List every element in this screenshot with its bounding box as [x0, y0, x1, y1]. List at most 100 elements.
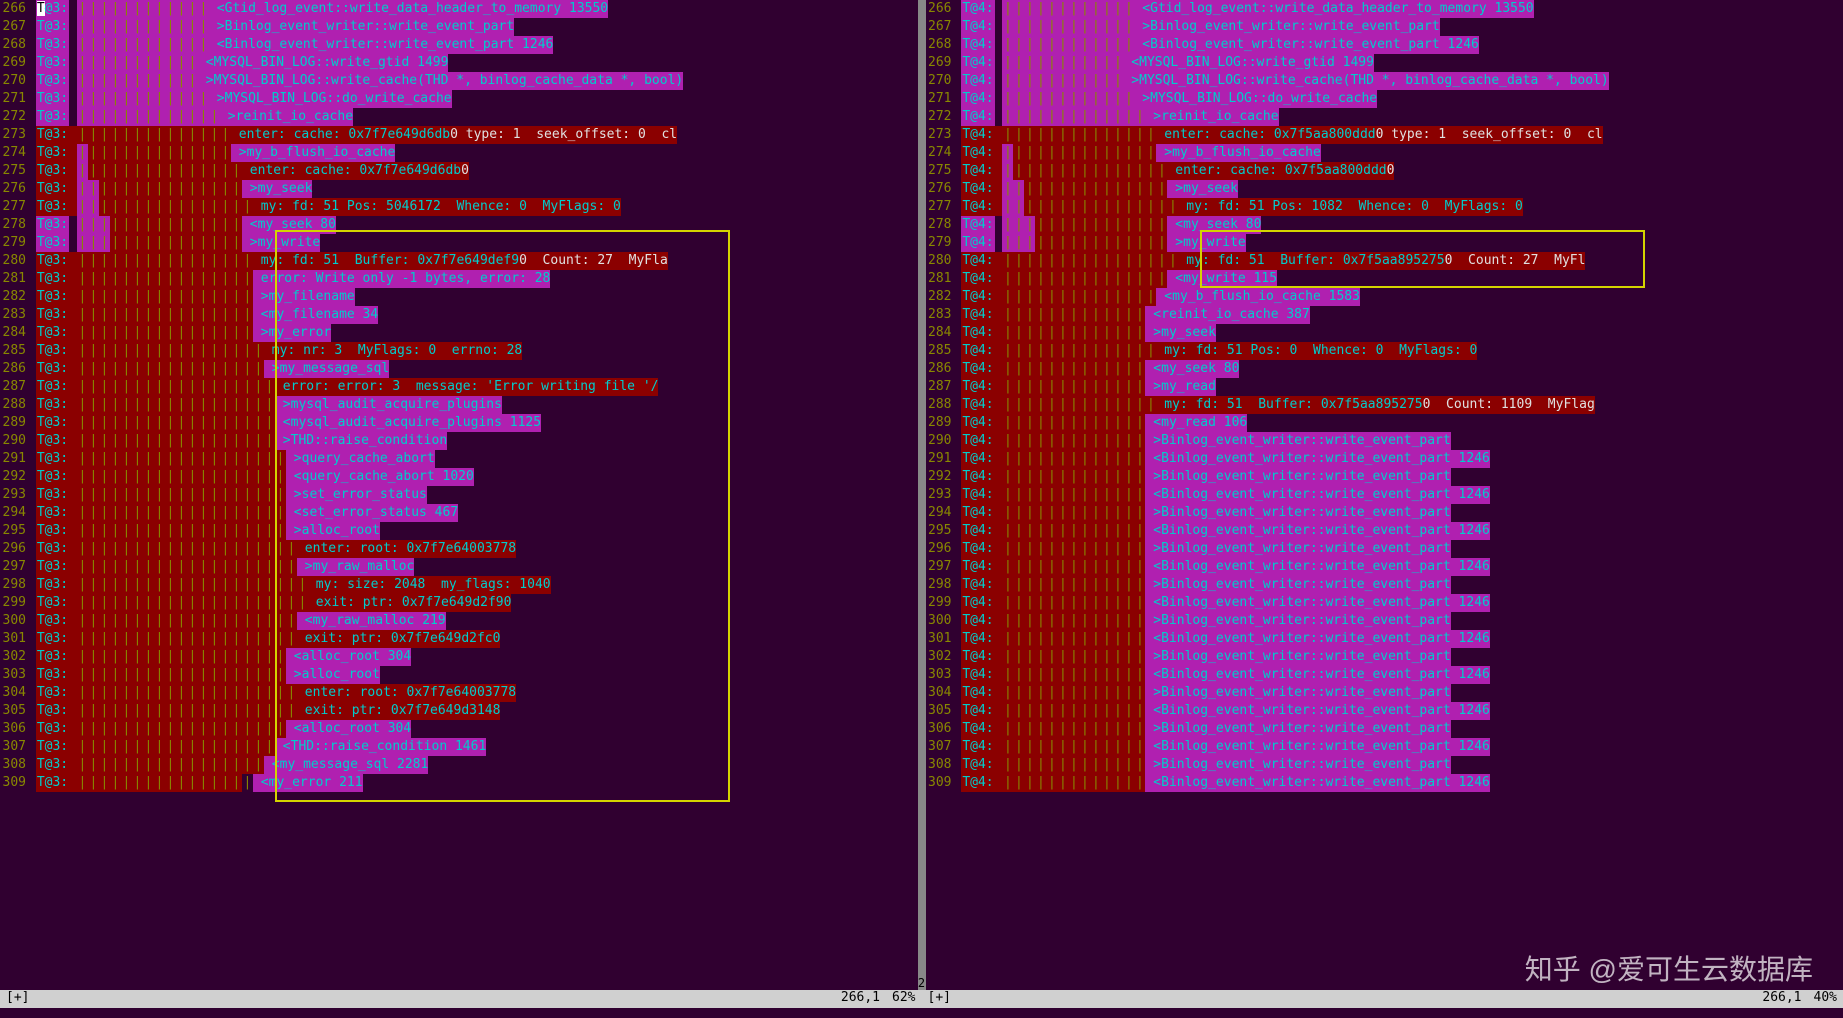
indent-bars: ||||||||||||: [77, 0, 209, 18]
code-line[interactable]: 273 T@4: |||||||||||||| enter: cache: 0x…: [926, 126, 1843, 144]
code-line[interactable]: 307 T@3: |||||||||||||||||| <THD::raise_…: [0, 738, 918, 756]
code-line[interactable]: 288 T@4: |||||||||||||| my: fd: 51 Buffe…: [926, 396, 1843, 414]
code-line[interactable]: 284 T@3: |||||||||||||||| >my_error: [0, 324, 918, 342]
left-pane[interactable]: 266 T@3: |||||||||||| <Gtid_log_event::w…: [0, 0, 918, 990]
code-line[interactable]: 286 T@4: ||||||||||||| <my_seek 80: [926, 360, 1843, 378]
code-line[interactable]: 306 T@3: ||||||||||||||||||| <alloc_root…: [0, 720, 918, 738]
line-content: enter: cache: 0x7f7e649d6db: [250, 162, 461, 180]
code-line[interactable]: 302 T@4: ||||||||||||| >Binlog_event_wri…: [926, 648, 1843, 666]
code-line[interactable]: 303 T@4: ||||||||||||| <Binlog_event_wri…: [926, 666, 1843, 684]
code-line[interactable]: 270 T@4: ||||||||||| >MYSQL_BIN_LOG::wri…: [926, 72, 1843, 90]
code-line[interactable]: 272 T@3: ||||||||||||| >reinit_io_cache: [0, 108, 918, 126]
code-line[interactable]: 290 T@3: |||||||||||||||||| >THD::raise_…: [0, 432, 918, 450]
code-line[interactable]: 296 T@3: |||||||||||||||||||| enter: roo…: [0, 540, 918, 558]
code-line[interactable]: 299 T@4: ||||||||||||| <Binlog_event_wri…: [926, 594, 1843, 612]
code-line[interactable]: 308 T@4: ||||||||||||| >Binlog_event_wri…: [926, 756, 1843, 774]
code-line[interactable]: 268 T@3: |||||||||||| <Binlog_event_writ…: [0, 36, 918, 54]
code-line[interactable]: 269 T@3: ||||||||||| <MYSQL_BIN_LOG::wri…: [0, 54, 918, 72]
code-line[interactable]: 268 T@4: |||||||||||| <Binlog_event_writ…: [926, 36, 1843, 54]
code-line[interactable]: 285 T@3: ||||||||||||||||| my: nr: 3 MyF…: [0, 342, 918, 360]
code-line[interactable]: 289 T@4: ||||||||||||| <my_read 106: [926, 414, 1843, 432]
code-line[interactable]: 271 T@3: |||||||||||| >MYSQL_BIN_LOG::do…: [0, 90, 918, 108]
code-line[interactable]: 274 T@4: |||||||||||||| >my_b_flush_io_c…: [926, 144, 1843, 162]
divider-label: 2: [918, 976, 925, 990]
code-line[interactable]: 278 T@4: ||||||||||||||| <my_seek 80: [926, 216, 1843, 234]
code-line[interactable]: 280 T@4: |||||||||||||||| my: fd: 51 Buf…: [926, 252, 1843, 270]
line-number: 269: [926, 54, 954, 72]
code-line[interactable]: 298 T@3: ||||||||||||||||||||| my: size:…: [0, 576, 918, 594]
code-line[interactable]: 273 T@3: |||||||||||||| enter: cache: 0x…: [0, 126, 918, 144]
thread-label: T@3:: [36, 90, 69, 108]
code-line[interactable]: 282 T@3: |||||||||||||||| >my_filename: [0, 288, 918, 306]
code-line[interactable]: 279 T@4: ||||||||||||||| >my_write: [926, 234, 1843, 252]
code-line[interactable]: 282 T@4: |||||||||||||| <my_b_flush_io_c…: [926, 288, 1843, 306]
code-line[interactable]: 283 T@4: ||||||||||||| <reinit_io_cache …: [926, 306, 1843, 324]
code-line[interactable]: 295 T@4: ||||||||||||| <Binlog_event_wri…: [926, 522, 1843, 540]
code-line[interactable]: 275 T@3: ||||||||||||||| enter: cache: 0…: [0, 162, 918, 180]
code-line[interactable]: 301 T@4: ||||||||||||| <Binlog_event_wri…: [926, 630, 1843, 648]
code-line[interactable]: 291 T@3: ||||||||||||||||||| >query_cach…: [0, 450, 918, 468]
code-line[interactable]: 309 T@4: ||||||||||||| <Binlog_event_wri…: [926, 774, 1843, 792]
code-line[interactable]: 292 T@4: ||||||||||||| >Binlog_event_wri…: [926, 468, 1843, 486]
code-line[interactable]: 287 T@3: |||||||||||||||||| error: error…: [0, 378, 918, 396]
code-line[interactable]: 266 T@4: |||||||||||| <Gtid_log_event::w…: [926, 0, 1843, 18]
code-line[interactable]: 274 T@3: |||||||||||||| >my_b_flush_io_c…: [0, 144, 918, 162]
code-line[interactable]: 289 T@3: |||||||||||||||||| <mysql_audit…: [0, 414, 918, 432]
code-line[interactable]: 294 T@4: ||||||||||||| >Binlog_event_wri…: [926, 504, 1843, 522]
code-line[interactable]: 267 T@3: |||||||||||| >Binlog_event_writ…: [0, 18, 918, 36]
code-line[interactable]: 280 T@3: |||||||||||||||| my: fd: 51 Buf…: [0, 252, 918, 270]
code-line[interactable]: 270 T@3: ||||||||||| >MYSQL_BIN_LOG::wri…: [0, 72, 918, 90]
line-number: 274: [0, 144, 28, 162]
code-line[interactable]: 281 T@4: ||||||||||||||| <my_write 115: [926, 270, 1843, 288]
code-line[interactable]: 279 T@3: ||||||||||||||| >my_write: [0, 234, 918, 252]
line-number: 290: [0, 432, 28, 450]
code-line[interactable]: 284 T@4: ||||||||||||| >my_seek: [926, 324, 1843, 342]
code-line[interactable]: 267 T@4: |||||||||||| >Binlog_event_writ…: [926, 18, 1843, 36]
code-line[interactable]: 307 T@4: ||||||||||||| <Binlog_event_wri…: [926, 738, 1843, 756]
code-line[interactable]: 278 T@3: ||||||||||||||| <my_seek 80: [0, 216, 918, 234]
code-line[interactable]: 303 T@3: ||||||||||||||||||| >alloc_root: [0, 666, 918, 684]
code-line[interactable]: 293 T@3: ||||||||||||||||||| >set_error_…: [0, 486, 918, 504]
code-line[interactable]: 277 T@3: |||||||||||||||| my: fd: 51 Pos…: [0, 198, 918, 216]
right-pane[interactable]: 266 T@4: |||||||||||| <Gtid_log_event::w…: [926, 0, 1843, 990]
code-line[interactable]: 290 T@4: ||||||||||||| >Binlog_event_wri…: [926, 432, 1843, 450]
code-line[interactable]: 302 T@3: ||||||||||||||||||| <alloc_root…: [0, 648, 918, 666]
code-line[interactable]: 300 T@4: ||||||||||||| >Binlog_event_wri…: [926, 612, 1843, 630]
code-line[interactable]: 298 T@4: ||||||||||||| >Binlog_event_wri…: [926, 576, 1843, 594]
code-line[interactable]: 294 T@3: ||||||||||||||||||| <set_error_…: [0, 504, 918, 522]
code-line[interactable]: 297 T@4: ||||||||||||| <Binlog_event_wri…: [926, 558, 1843, 576]
code-line[interactable]: 299 T@3: ||||||||||||||||||||| exit: ptr…: [0, 594, 918, 612]
code-line[interactable]: 277 T@4: |||||||||||||||| my: fd: 51 Pos…: [926, 198, 1843, 216]
pane-divider[interactable]: 2: [918, 0, 926, 990]
code-line[interactable]: 301 T@3: |||||||||||||||||||| exit: ptr:…: [0, 630, 918, 648]
code-line[interactable]: 292 T@3: ||||||||||||||||||| <query_cach…: [0, 468, 918, 486]
code-line[interactable]: 306 T@4: ||||||||||||| >Binlog_event_wri…: [926, 720, 1843, 738]
code-line[interactable]: 266 T@3: |||||||||||| <Gtid_log_event::w…: [0, 0, 918, 18]
code-line[interactable]: 271 T@4: |||||||||||| >MYSQL_BIN_LOG::do…: [926, 90, 1843, 108]
code-line[interactable]: 305 T@4: ||||||||||||| <Binlog_event_wri…: [926, 702, 1843, 720]
code-line[interactable]: 309 T@3: |||||||||||||||| <my_error 211: [0, 774, 918, 792]
code-line[interactable]: 291 T@4: ||||||||||||| <Binlog_event_wri…: [926, 450, 1843, 468]
code-line[interactable]: 287 T@4: ||||||||||||| >my_read: [926, 378, 1843, 396]
code-line[interactable]: 304 T@3: |||||||||||||||||||| enter: roo…: [0, 684, 918, 702]
thread-label: T@3:: [36, 18, 69, 36]
code-line[interactable]: 272 T@4: ||||||||||||| >reinit_io_cache: [926, 108, 1843, 126]
code-line[interactable]: 276 T@3: ||||||||||||||| >my_seek: [0, 180, 918, 198]
code-line[interactable]: 295 T@3: ||||||||||||||||||| >alloc_root: [0, 522, 918, 540]
code-line[interactable]: 297 T@3: |||||||||||||||||||| >my_raw_ma…: [0, 558, 918, 576]
code-line[interactable]: 293 T@4: ||||||||||||| <Binlog_event_wri…: [926, 486, 1843, 504]
code-line[interactable]: 308 T@3: ||||||||||||||||| <my_message_s…: [0, 756, 918, 774]
line-number: 276: [926, 180, 954, 198]
code-line[interactable]: 283 T@3: |||||||||||||||| <my_filename 3…: [0, 306, 918, 324]
code-line[interactable]: 305 T@3: |||||||||||||||||||| exit: ptr:…: [0, 702, 918, 720]
code-line[interactable]: 286 T@3: ||||||||||||||||| >my_message_s…: [0, 360, 918, 378]
code-line[interactable]: 296 T@4: ||||||||||||| >Binlog_event_wri…: [926, 540, 1843, 558]
code-line[interactable]: 300 T@3: |||||||||||||||||||| <my_raw_ma…: [0, 612, 918, 630]
code-line[interactable]: 275 T@4: ||||||||||||||| enter: cache: 0…: [926, 162, 1843, 180]
code-line[interactable]: 288 T@3: |||||||||||||||||| >mysql_audit…: [0, 396, 918, 414]
code-line[interactable]: 304 T@4: ||||||||||||| >Binlog_event_wri…: [926, 684, 1843, 702]
code-line[interactable]: 276 T@4: ||||||||||||||| >my_seek: [926, 180, 1843, 198]
code-line[interactable]: 281 T@3: |||||||||||||||| error: Write o…: [0, 270, 918, 288]
code-line[interactable]: 269 T@4: ||||||||||| <MYSQL_BIN_LOG::wri…: [926, 54, 1843, 72]
code-line[interactable]: 285 T@4: |||||||||||||| my: fd: 51 Pos: …: [926, 342, 1843, 360]
